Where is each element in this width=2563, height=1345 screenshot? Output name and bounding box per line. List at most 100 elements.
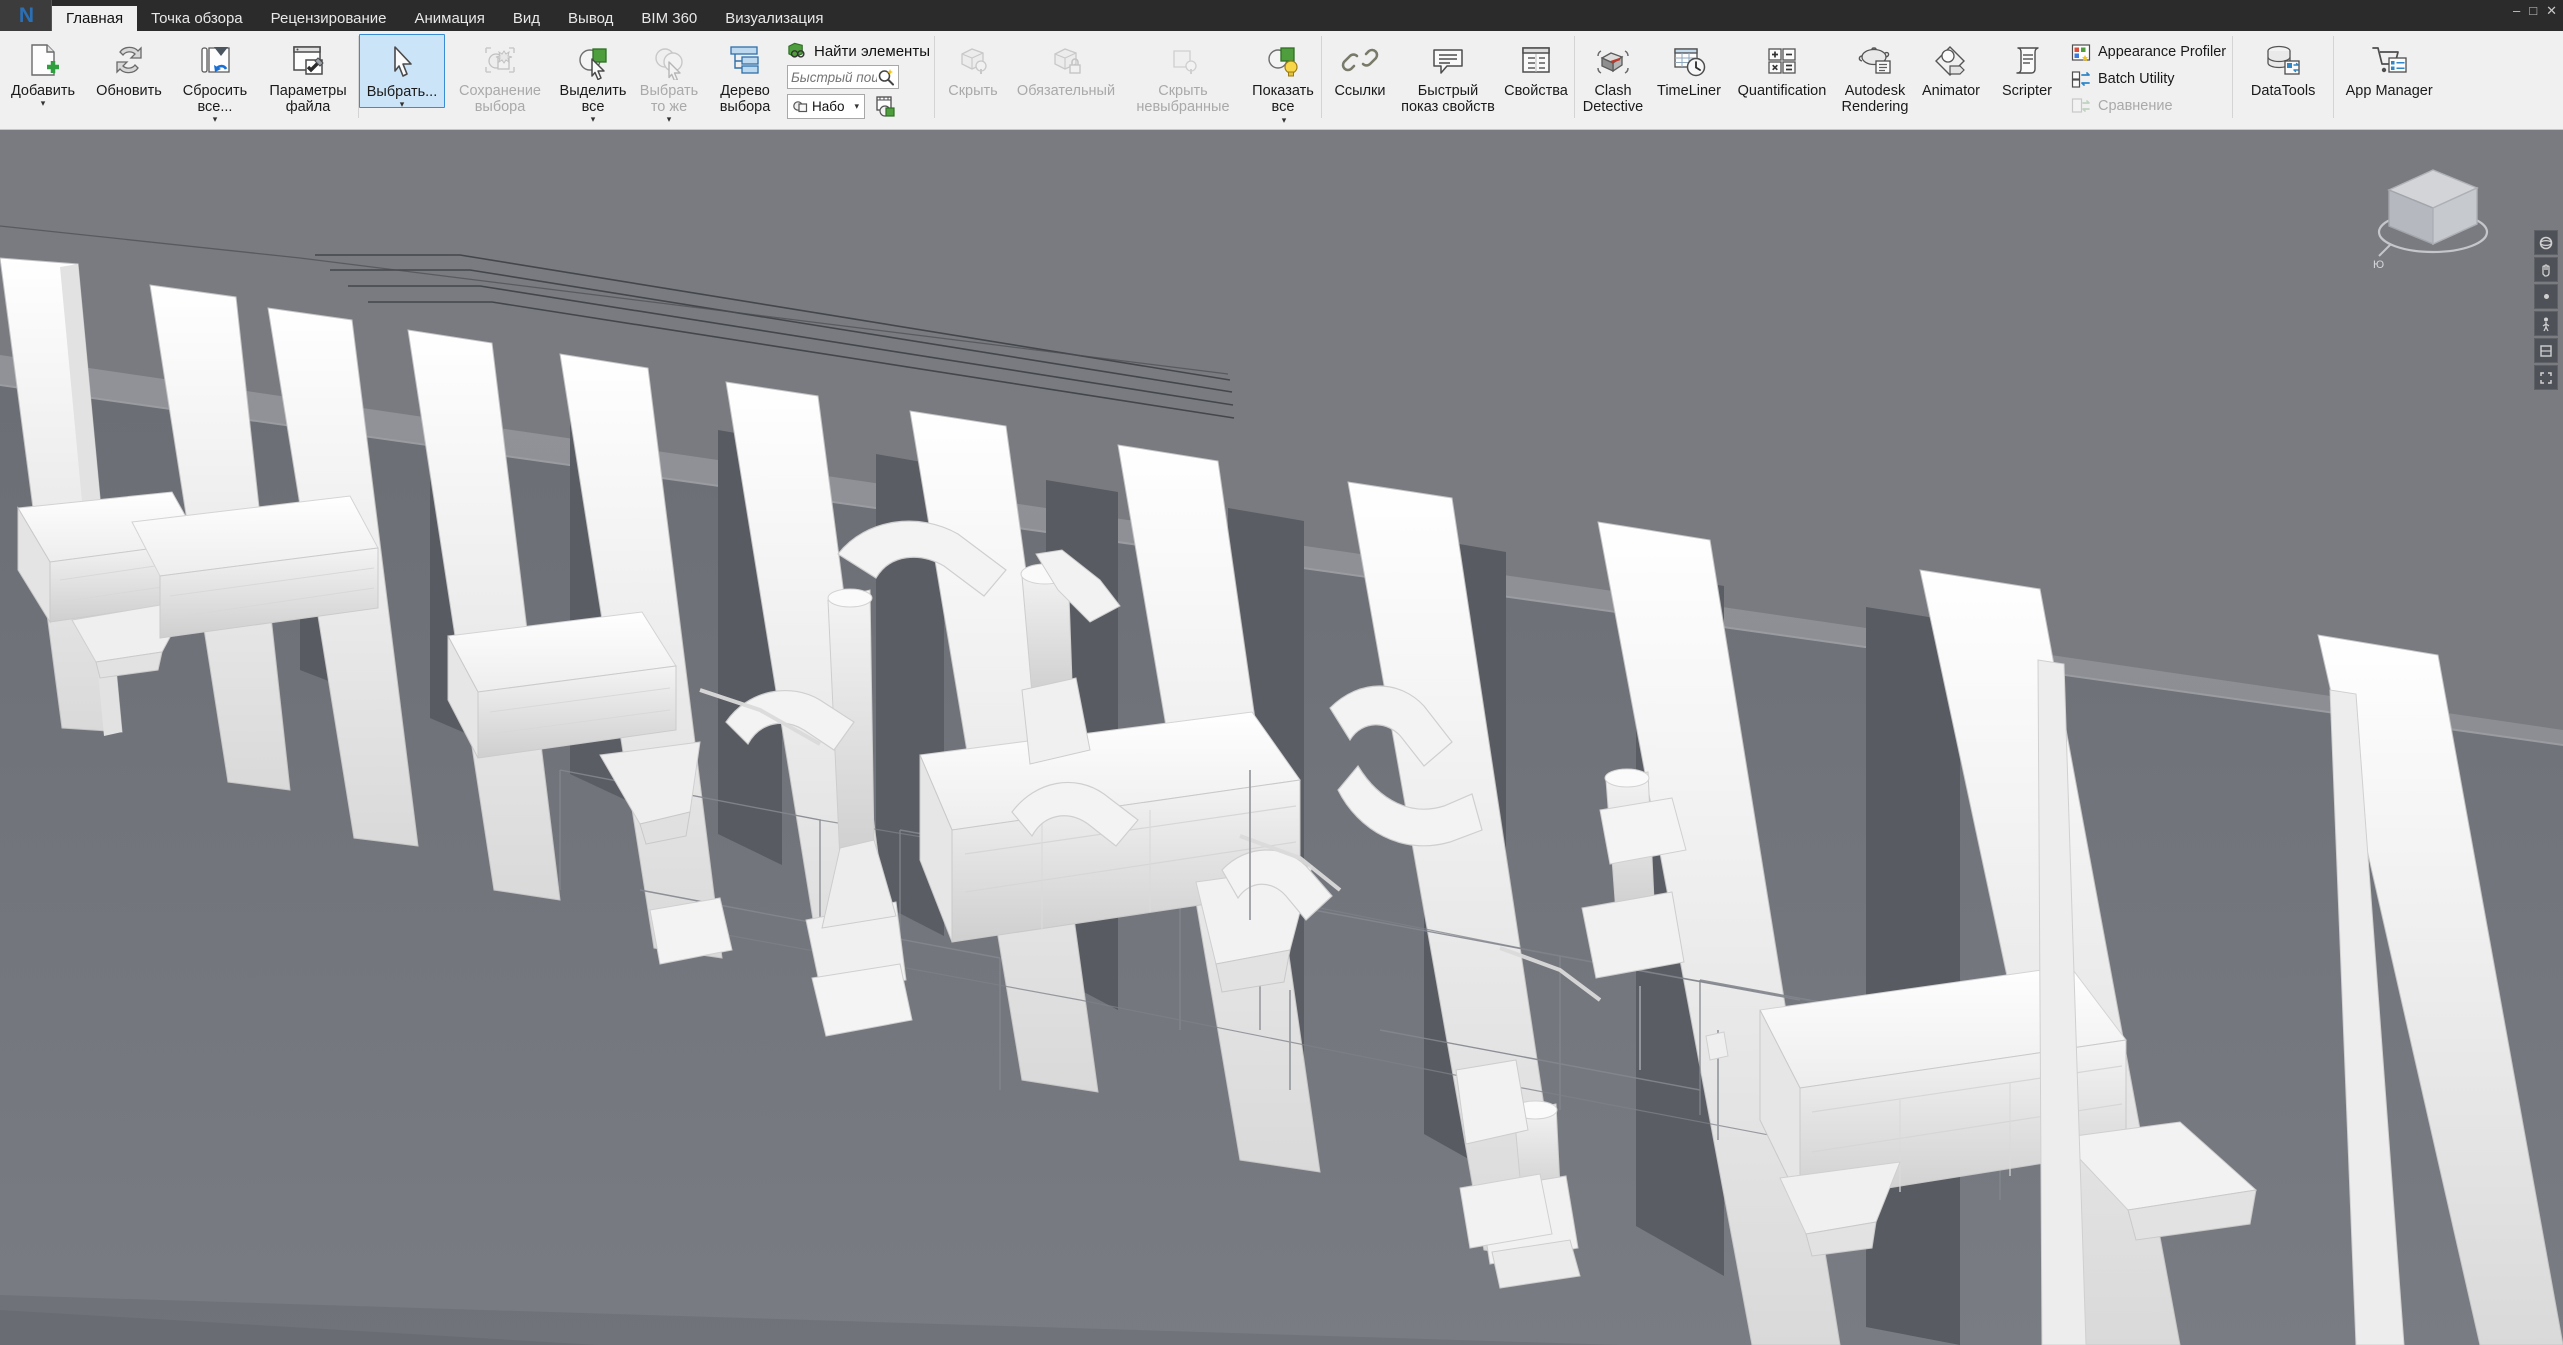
properties-icon	[1515, 39, 1557, 81]
animator-button[interactable]: Animator	[1913, 34, 1989, 99]
clash-detective-button[interactable]: Clash Detective	[1575, 34, 1651, 115]
autodesk-rendering-button[interactable]: Autodesk Rendering	[1837, 34, 1913, 115]
tab-glavnaya[interactable]: Главная	[52, 6, 138, 31]
quick-properties-button[interactable]: Быстрый показ свойств	[1398, 34, 1498, 115]
maximize-button[interactable]: □	[2529, 4, 2537, 17]
select-same-button: Выбрать то же ▾	[631, 34, 707, 124]
file-options-icon	[287, 39, 329, 81]
zoom-dot-button[interactable]	[2534, 284, 2558, 309]
ribbon-panel-appmanager: App Manager	[2334, 31, 2444, 129]
add-file-button[interactable]: Добавить ▾	[0, 34, 86, 108]
tab-vyvod[interactable]: Вывод	[554, 6, 627, 31]
pan-hand-tool-button[interactable]	[2534, 257, 2558, 282]
file-options-label: Параметры файла	[269, 83, 347, 115]
links-button[interactable]: Ссылки	[1322, 34, 1398, 99]
view-navigation-toolbar	[2533, 230, 2559, 390]
quick-find-input-wrap[interactable]	[787, 65, 899, 89]
tab-vid[interactable]: Вид	[499, 6, 554, 31]
clash-detective-label: Clash Detective	[1582, 83, 1644, 115]
quick-find-input[interactable]	[791, 69, 877, 85]
3d-viewport[interactable]: Ю	[0, 130, 2563, 1345]
scripter-icon	[2006, 39, 2048, 81]
navigation-cube[interactable]: Ю	[2361, 152, 2511, 282]
tab-tochka-obzora[interactable]: Точка обзора	[137, 6, 257, 31]
save-selection-label: Сохранение выбора	[459, 83, 541, 115]
hide-unselected-button: Скрыть невыбранные	[1121, 34, 1245, 115]
reset-all-button[interactable]: Сбросить все... ▾	[172, 34, 258, 124]
ribbon-panel-datatools: DataTools	[2233, 31, 2333, 129]
file-options-button[interactable]: Параметры файла	[258, 34, 358, 115]
tab-bim360[interactable]: BIM 360	[627, 6, 711, 31]
ribbon: Добавить ▾ Обновить Сбросить все... ▾ Па…	[0, 31, 2563, 130]
refresh-button[interactable]: Обновить	[86, 34, 172, 99]
fullscreen-tool-button[interactable]	[2534, 365, 2558, 390]
quantification-button[interactable]: Quantification	[1727, 34, 1837, 99]
save-search-button[interactable]	[870, 93, 900, 120]
find-items-icon	[787, 41, 807, 61]
chevron-down-icon[interactable]: ▾	[41, 99, 46, 108]
batch-utility-button[interactable]: Batch Utility	[2071, 69, 2226, 89]
unhide-all-button[interactable]: Показать все ▾	[1245, 34, 1321, 126]
tab-animaciya[interactable]: Анимация	[400, 6, 498, 31]
timeliner-button[interactable]: TimeLiner	[1651, 34, 1727, 99]
add-file-label: Добавить	[10, 83, 76, 99]
select-button[interactable]: Выбрать... ▾	[359, 34, 445, 109]
add-file-icon	[23, 39, 63, 81]
walk-tool-button[interactable]	[2534, 311, 2558, 336]
datatools-label: DataTools	[2250, 83, 2316, 99]
properties-button[interactable]: Свойства	[1498, 34, 1574, 99]
title-tab-bar: N Главная Точка обзора Рецензирование Ан…	[0, 0, 2563, 31]
app-logo[interactable]: N	[0, 0, 52, 31]
scripter-button[interactable]: Scripter	[1989, 34, 2065, 99]
animator-label: Animator	[1921, 83, 1980, 99]
chevron-down-icon[interactable]: ▾	[400, 100, 405, 109]
sets-combobox[interactable]: Набо ▾	[787, 94, 865, 119]
select-all-icon	[573, 39, 613, 81]
magnifier-sparkle-icon[interactable]	[877, 67, 895, 87]
autodesk-rendering-label: Autodesk Rendering	[1841, 83, 1909, 115]
chevron-down-icon[interactable]: ▾	[1282, 115, 1287, 126]
refresh-icon	[108, 39, 150, 81]
hide-cube-icon	[953, 39, 993, 81]
required-button: Обязательный	[1011, 34, 1121, 99]
sets-value: Набо	[812, 99, 845, 114]
select-all-button[interactable]: Выделить все ▾	[555, 34, 631, 124]
quick-properties-label: Быстрый показ свойств	[1401, 83, 1495, 115]
select-all-label: Выделить все	[559, 83, 627, 115]
3d-scene[interactable]	[0, 130, 2563, 1345]
datatools-button[interactable]: DataTools	[2233, 34, 2333, 99]
selection-tree-button[interactable]: Дерево выбора	[707, 34, 783, 115]
close-button[interactable]: ✕	[2546, 4, 2557, 17]
select-same-icon	[649, 39, 689, 81]
links-icon	[1340, 39, 1380, 81]
find-items-button[interactable]: Найти элементы	[787, 41, 930, 61]
hide-unselected-label: Скрыть невыбранные	[1136, 83, 1230, 115]
navisworks-window: N Главная Точка обзора Рецензирование Ан…	[0, 0, 2563, 1345]
animator-icon	[1930, 39, 1972, 81]
ribbon-panel-display: Ссылки Быстрый показ свойств Свойства	[1322, 31, 1574, 129]
refresh-label: Обновить	[96, 83, 162, 99]
minimize-button[interactable]: –	[2513, 4, 2520, 17]
tab-vizualizaciya[interactable]: Визуализация	[711, 6, 837, 31]
unhide-all-label: Показать все	[1252, 83, 1314, 115]
ribbon-panel-select: Выбрать... ▾ Сохранение выбора Выделить …	[359, 31, 934, 129]
app-manager-button[interactable]: App Manager	[2334, 34, 2444, 99]
appearance-profiler-button[interactable]: Appearance Profiler	[2071, 42, 2226, 62]
tab-recenzirovanie[interactable]: Рецензирование	[257, 6, 401, 31]
ribbon-panel-project: Добавить ▾ Обновить Сбросить все... ▾ Па…	[0, 31, 358, 129]
unhide-all-icon	[1262, 39, 1304, 81]
chevron-down-icon[interactable]: ▾	[213, 115, 218, 124]
ribbon-panel-visibility: Скрыть Обязательный Скрыть невыбранные П…	[935, 31, 1321, 129]
section-tool-button[interactable]	[2534, 338, 2558, 363]
save-selection-icon	[479, 39, 521, 81]
orbit-tool-button[interactable]	[2534, 230, 2558, 255]
compare-icon	[2071, 96, 2091, 116]
hide-label: Скрыть	[948, 83, 998, 99]
chevron-down-icon[interactable]: ▾	[854, 101, 862, 112]
sets-icon	[790, 97, 810, 117]
selection-tree-icon	[724, 39, 766, 81]
app-manager-label: App Manager	[2345, 83, 2433, 99]
chevron-down-icon[interactable]: ▾	[591, 115, 596, 124]
chevron-down-icon[interactable]: ▾	[667, 115, 672, 124]
clash-detective-icon	[1592, 39, 1634, 81]
